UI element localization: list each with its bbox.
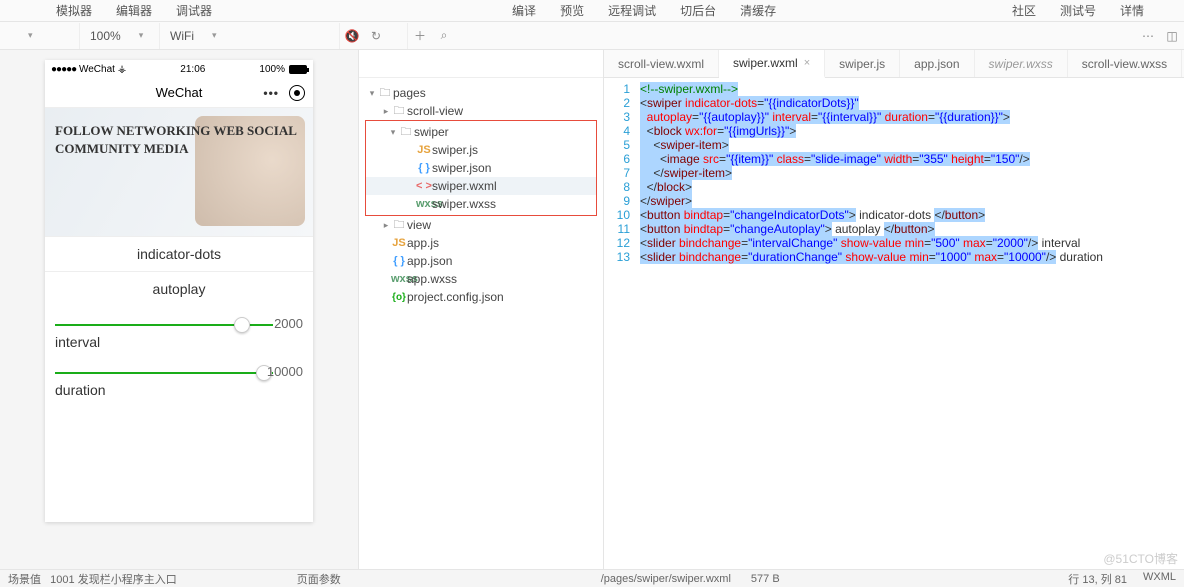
device-dropdown[interactable]: ▾ bbox=[0, 23, 80, 49]
tab-scroll-view.wxml[interactable]: scroll-view.wxml bbox=[604, 50, 719, 77]
file-app.json[interactable]: { }app.json bbox=[359, 252, 603, 270]
menu-预览[interactable]: 预览 bbox=[560, 2, 584, 19]
tab-swiper.wxss[interactable]: swiper.wxss bbox=[975, 50, 1068, 77]
file-path: /pages/swiper/swiper.wxml bbox=[601, 573, 731, 585]
file-view[interactable]: ▸🗀view bbox=[359, 216, 603, 234]
menu-远程调试[interactable]: 远程调试 bbox=[608, 2, 656, 19]
menu-切后台[interactable]: 切后台 bbox=[680, 2, 716, 19]
menu-测试号[interactable]: 测试号 bbox=[1060, 2, 1096, 19]
split-icon[interactable]: ◫ bbox=[1160, 29, 1184, 43]
scene-label: 场景值 bbox=[8, 571, 41, 587]
duration-label: duration bbox=[45, 378, 313, 402]
tab-swiper.wxml[interactable]: swiper.wxml× bbox=[719, 50, 825, 78]
top-menu: 模拟器 编辑器 调试器 编译 预览 远程调试 切后台 清缓存 社区 测试号 详情 bbox=[0, 0, 1184, 22]
file-swiper.wxml[interactable]: < >swiper.wxml bbox=[366, 177, 596, 195]
tab-swiper.js[interactable]: swiper.js bbox=[825, 50, 900, 77]
file-swiper.wxss[interactable]: wxssswiper.wxss bbox=[366, 195, 596, 213]
indicator-dots-button[interactable]: indicator-dots bbox=[45, 236, 313, 271]
watermark: @51CTO博客 bbox=[1103, 550, 1178, 567]
cursor-pos: 行 13, 列 81 bbox=[1068, 571, 1127, 587]
file-size: 577 B bbox=[751, 573, 780, 585]
editor-tabs: scroll-view.wxmlswiper.wxml×swiper.jsapp… bbox=[604, 50, 1184, 78]
phone-frame: ●●●●● WeChat ⚶ 21:06 100% WeChat ••• FOL… bbox=[45, 60, 313, 522]
interval-label: interval bbox=[45, 330, 313, 354]
file-swiper.js[interactable]: JSswiper.js bbox=[366, 141, 596, 159]
capsule-menu-icon[interactable]: ••• bbox=[263, 86, 279, 100]
menu-详情[interactable]: 详情 bbox=[1120, 2, 1144, 19]
mute-icon[interactable]: 🔇 bbox=[340, 29, 364, 43]
file-explorer: ▾🗀pages▸🗀scroll-view▾🗀swiperJSswiper.js{… bbox=[359, 50, 604, 569]
status-bar: ●●●●● WeChat ⚶ 21:06 100% bbox=[45, 60, 313, 78]
editor-panel: scroll-view.wxmlswiper.wxml×swiper.jsapp… bbox=[604, 50, 1184, 569]
file-lang: WXML bbox=[1143, 571, 1176, 587]
file-scroll-view[interactable]: ▸🗀scroll-view bbox=[359, 102, 603, 120]
menu-社区[interactable]: 社区 bbox=[1012, 2, 1036, 19]
sub-toolbar: ▾ 100%▾ WiFi▾ 🔇 ↻ ＋ ⌕ ⋯ ◫ bbox=[0, 22, 1184, 50]
rotate-icon[interactable]: ↻ bbox=[364, 29, 388, 43]
network-dropdown[interactable]: WiFi▾ bbox=[160, 23, 340, 49]
file-app.js[interactable]: JSapp.js bbox=[359, 234, 603, 252]
nav-bar: WeChat ••• bbox=[45, 78, 313, 108]
scene-value: 1001 发现栏小程序主入口 bbox=[50, 571, 177, 587]
file-project.config.json[interactable]: {o}project.config.json bbox=[359, 288, 603, 306]
autoplay-button[interactable]: autoplay bbox=[45, 271, 313, 306]
file-swiper.json[interactable]: { }swiper.json bbox=[366, 159, 596, 177]
tab-app.json[interactable]: app.json bbox=[900, 50, 974, 77]
swiper-preview[interactable]: FOLLOW NETWORKING WEB SOCIAL COMMUNITY M… bbox=[45, 108, 313, 236]
add-icon[interactable]: ＋ bbox=[408, 27, 432, 44]
page-params: 页面参数 bbox=[297, 571, 341, 587]
menu-编译[interactable]: 编译 bbox=[512, 2, 536, 19]
folder-pages[interactable]: ▾🗀pages bbox=[359, 84, 603, 102]
search-icon[interactable]: ⌕ bbox=[432, 28, 456, 43]
simulator-panel: ●●●●● WeChat ⚶ 21:06 100% WeChat ••• FOL… bbox=[0, 50, 359, 569]
more-icon[interactable]: ⋯ bbox=[1136, 29, 1160, 43]
capsule-close-icon[interactable] bbox=[289, 85, 305, 101]
duration-slider[interactable]: 10000 bbox=[45, 354, 313, 374]
file-swiper[interactable]: ▾🗀swiper bbox=[366, 123, 596, 141]
status-footer: 场景值 1001 发现栏小程序主入口 页面参数 /pages/swiper/sw… bbox=[0, 569, 1184, 587]
interval-slider[interactable]: 2000 bbox=[45, 306, 313, 326]
code-editor[interactable]: 12345678910111213 <!--swiper.wxml--><swi… bbox=[604, 78, 1184, 569]
tab-scroll-view.wxss[interactable]: scroll-view.wxss bbox=[1068, 50, 1182, 77]
menu-模拟器[interactable]: 模拟器 bbox=[56, 2, 92, 19]
menu-编辑器[interactable]: 编辑器 bbox=[116, 2, 152, 19]
menu-清缓存[interactable]: 清缓存 bbox=[740, 2, 776, 19]
zoom-dropdown[interactable]: 100%▾ bbox=[80, 23, 160, 49]
file-app.wxss[interactable]: wxssapp.wxss bbox=[359, 270, 603, 288]
menu-调试器[interactable]: 调试器 bbox=[176, 2, 212, 19]
